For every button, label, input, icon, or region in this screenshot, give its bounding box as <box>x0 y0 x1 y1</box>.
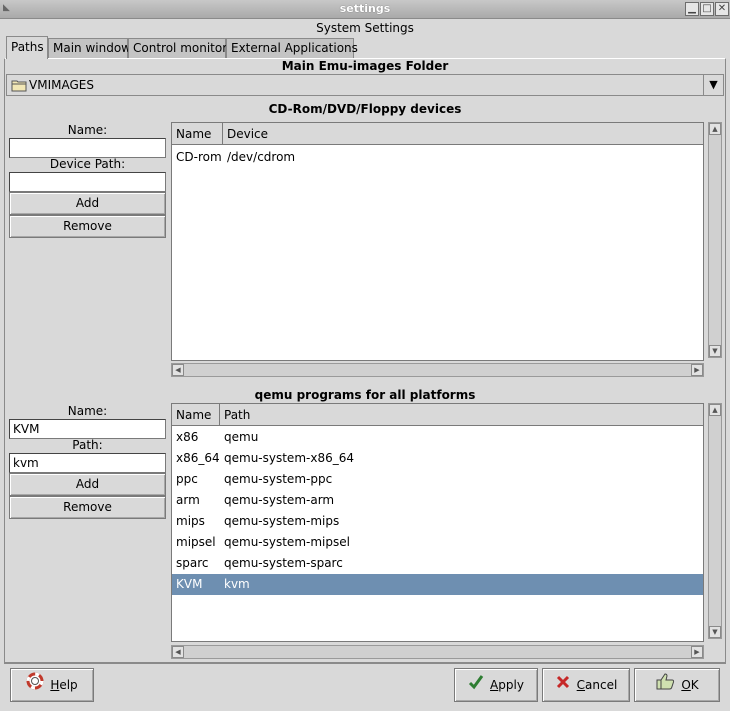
qemu-row-name: mipsel <box>176 535 216 549</box>
help-label: elp <box>59 678 78 692</box>
cancel-accelerator: C <box>576 678 586 692</box>
scroll-left-icon[interactable]: ◀ <box>172 646 184 658</box>
list-item-selected[interactable]: KVM kvm <box>172 574 703 595</box>
emu-folder-value: VMIMAGES <box>29 78 94 92</box>
qemu-row-path: qemu-system-mipsel <box>224 535 350 549</box>
cancel-button[interactable]: Cancel <box>542 668 630 702</box>
qemu-row-name: sparc <box>176 556 209 570</box>
ok-accelerator: O <box>681 678 691 692</box>
emu-folder-title: Main Emu-images Folder <box>281 59 449 73</box>
qemu-row-path: qemu-system-sparc <box>224 556 343 570</box>
tab-main-window[interactable]: Main window <box>48 38 131 58</box>
tab-paths[interactable]: Paths <box>6 36 48 59</box>
list-item[interactable]: arm qemu-system-arm <box>172 490 703 511</box>
column-header-device[interactable]: Device <box>223 123 704 145</box>
bottom-separator <box>4 663 726 664</box>
qemu-name-label: Name: <box>67 404 108 418</box>
device-row-device: /dev/cdrom <box>227 150 296 164</box>
scroll-down-icon[interactable]: ▼ <box>709 345 721 357</box>
list-item[interactable]: sparc qemu-system-sparc <box>172 553 703 574</box>
qemu-title: qemu programs for all platforms <box>254 388 476 402</box>
devices-title: CD-Rom/DVD/Floppy devices <box>268 102 462 116</box>
device-remove-button[interactable]: Remove <box>9 215 166 238</box>
qemu-path-label: Path: <box>72 438 103 452</box>
qemu-row-path: qemu-system-mips <box>224 514 340 528</box>
qemu-row-name: mips <box>176 514 205 528</box>
qemu-row-path: qemu <box>224 430 259 444</box>
window-title: settings <box>339 2 391 15</box>
qemu-row-name: ppc <box>176 472 198 486</box>
apply-button[interactable]: Apply <box>454 668 538 702</box>
qemu-row-name: arm <box>176 493 200 507</box>
qemu-row-path: qemu-system-arm <box>224 493 335 507</box>
thumbs-up-icon <box>655 670 675 702</box>
scroll-up-icon[interactable]: ▲ <box>709 404 721 416</box>
qemu-list-header: Name Path <box>172 404 703 426</box>
ok-label: K <box>690 678 699 692</box>
qemu-row-path: qemu-system-x86_64 <box>224 451 354 465</box>
devices-list[interactable]: Name Device CD-rom /dev/cdrom <box>171 122 704 361</box>
list-item[interactable]: ppc qemu-system-ppc <box>172 469 703 490</box>
qemu-row-name: x86 <box>176 430 199 444</box>
apply-label: pply <box>498 678 524 692</box>
qemu-add-button[interactable]: Add <box>9 473 166 496</box>
device-add-button[interactable]: Add <box>9 192 166 215</box>
scroll-up-icon[interactable]: ▲ <box>709 123 721 135</box>
devices-list-header: Name Device <box>172 123 703 145</box>
check-icon <box>468 670 484 702</box>
qemu-remove-button[interactable]: Remove <box>9 496 166 519</box>
cancel-label: ancel <box>585 678 618 692</box>
qemu-vertical-scrollbar[interactable]: ▲ ▼ <box>708 403 722 639</box>
devices-vertical-scrollbar[interactable]: ▲ ▼ <box>708 122 722 358</box>
dialog-title: System Settings <box>316 21 414 35</box>
tab-external-applications[interactable]: External Applications <box>226 38 358 58</box>
list-item[interactable]: mips qemu-system-mips <box>172 511 703 532</box>
devices-horizontal-scrollbar[interactable]: ◀ ▶ <box>171 363 704 377</box>
emu-folder-combobox[interactable]: VMIMAGES ▼ <box>6 74 724 96</box>
maximize-icon[interactable]: □ <box>700 2 714 16</box>
qemu-row-path: qemu-system-ppc <box>224 472 333 486</box>
column-header-name[interactable]: Name <box>172 123 223 145</box>
device-name-input[interactable] <box>9 138 166 158</box>
list-item[interactable]: CD-rom /dev/cdrom <box>172 147 703 168</box>
device-name-label: Name: <box>67 123 108 137</box>
list-item[interactable]: x86 qemu <box>172 427 703 448</box>
chevron-down-icon[interactable]: ▼ <box>703 75 723 95</box>
minimize-icon[interactable]: ▁ <box>685 2 699 16</box>
scroll-right-icon[interactable]: ▶ <box>691 646 703 658</box>
scroll-right-icon[interactable]: ▶ <box>691 364 703 376</box>
scroll-left-icon[interactable]: ◀ <box>172 364 184 376</box>
list-item[interactable]: x86_64 qemu-system-x86_64 <box>172 448 703 469</box>
tab-control-monitor[interactable]: Control monitor <box>128 38 227 58</box>
qemu-row-path: kvm <box>224 577 250 591</box>
qemu-row-name: KVM <box>176 577 203 591</box>
column-header-path[interactable]: Path <box>220 404 704 426</box>
scroll-down-icon[interactable]: ▼ <box>709 626 721 638</box>
qemu-horizontal-scrollbar[interactable]: ◀ ▶ <box>171 645 704 659</box>
column-header-name[interactable]: Name <box>172 404 220 426</box>
close-icon[interactable]: ✕ <box>715 2 729 16</box>
device-path-label: Device Path: <box>49 157 126 171</box>
lifebuoy-icon <box>26 670 44 702</box>
device-row-name: CD-rom <box>176 150 222 164</box>
list-item[interactable]: mipsel qemu-system-mipsel <box>172 532 703 553</box>
device-path-input[interactable] <box>9 172 166 192</box>
qemu-row-name: x86_64 <box>176 451 220 465</box>
help-button[interactable]: Help <box>10 668 94 702</box>
qemu-list[interactable]: Name Path x86 qemu x86_64 qemu-system-x86_… <box>171 403 704 642</box>
cross-icon <box>555 670 571 702</box>
help-accelerator: H <box>50 678 60 692</box>
ok-button[interactable]: OK <box>634 668 720 702</box>
qemu-name-input[interactable]: KVM <box>9 419 166 439</box>
qemu-path-input[interactable]: kvm <box>9 453 166 473</box>
folder-icon <box>11 78 27 95</box>
